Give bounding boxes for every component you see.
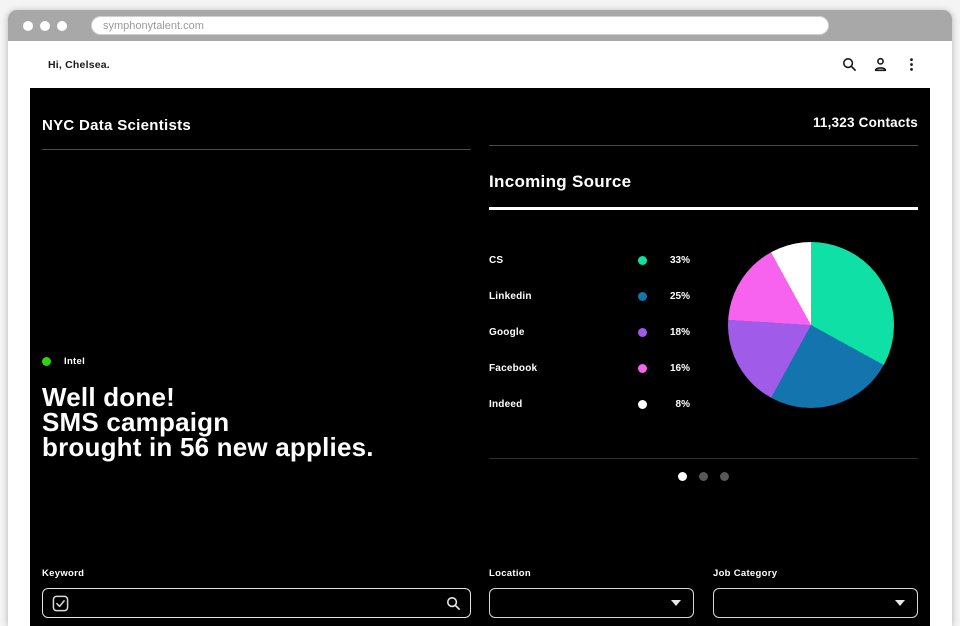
left-column: NYC Data Scientists Intel Well done! SMS… [42,88,471,626]
divider [489,145,918,146]
intel-status-dot-icon [42,357,51,366]
window-dot-icon[interactable] [40,21,50,31]
job-category-label: Job Category [713,568,918,579]
headline-line: brought in 56 new applies. [42,435,471,460]
address-bar[interactable]: symphonytalent.com [91,16,829,35]
legend-item[interactable]: Facebook 16% [489,350,690,386]
app-header: Hi, Chelsea. [8,41,952,88]
search-icon[interactable] [841,57,857,73]
dashboard-panel: NYC Data Scientists Intel Well done! SMS… [30,88,930,626]
legend-dot-icon [638,256,647,265]
intel-indicator: Intel [42,356,471,367]
contacts-count: 11,323 Contacts [489,115,918,130]
location-label: Location [489,568,694,579]
section-underline [489,207,918,210]
kebab-menu-icon[interactable] [903,57,919,73]
browser-window: symphonytalent.com Hi, Chelsea. [8,10,952,626]
legend-label: Indeed [489,399,638,410]
pagination-dot[interactable] [720,472,729,481]
window-dot-icon[interactable] [57,21,67,31]
legend-item[interactable]: Linkedin 25% [489,278,690,314]
pagination-dots [489,472,918,481]
keyword-input[interactable] [77,597,438,609]
legend-label: Google [489,327,638,338]
legend-item[interactable]: CS 33% [489,242,690,278]
job-category-select[interactable] [713,588,918,618]
keyword-search-icon[interactable] [446,596,461,611]
legend-value: 33% [660,255,690,266]
right-column: 11,323 Contacts Incoming Source CS 33% Lin… [489,88,918,626]
legend-dot-icon [638,400,647,409]
user-icon[interactable] [872,57,888,73]
legend-label: Facebook [489,363,638,374]
legend-dot-icon [638,364,647,373]
window-dot-icon[interactable] [23,21,33,31]
browser-chrome-bar: symphonytalent.com [8,10,952,41]
incoming-source-legend: CS 33% Linkedin 25% Google 18% Facebook 16% Inde… [489,242,690,422]
legend-value: 18% [660,327,690,338]
incoming-source-pie[interactable] [728,242,894,408]
legend-item[interactable]: Google 18% [489,314,690,350]
checked-checkbox-icon[interactable] [52,595,69,612]
pagination-dot[interactable] [699,472,708,481]
pagination-dot[interactable] [678,472,687,481]
legend-label: Linkedin [489,291,638,302]
insight-headline: Well done! SMS campaign brought in 56 ne… [42,385,471,460]
legend-value: 8% [660,399,690,410]
legend-label: CS [489,255,638,266]
legend-value: 25% [660,291,690,302]
divider [489,458,918,459]
chevron-down-icon [895,600,905,606]
legend-value: 16% [660,363,690,374]
divider [42,149,471,150]
location-select[interactable] [489,588,694,618]
keyword-field[interactable] [42,588,471,618]
window-control-dots [23,21,67,31]
incoming-source-chart: CS 33% Linkedin 25% Google 18% Facebook 16% Inde… [489,242,918,422]
greeting-text: Hi, Chelsea. [48,59,110,71]
chevron-down-icon [671,600,681,606]
legend-dot-icon [638,292,647,301]
keyword-label: Keyword [42,568,471,579]
incoming-source-title: Incoming Source [489,172,918,192]
intel-label: Intel [64,356,85,367]
legend-item[interactable]: Indeed 8% [489,386,690,422]
page-title: NYC Data Scientists [42,117,471,134]
legend-dot-icon [638,328,647,337]
